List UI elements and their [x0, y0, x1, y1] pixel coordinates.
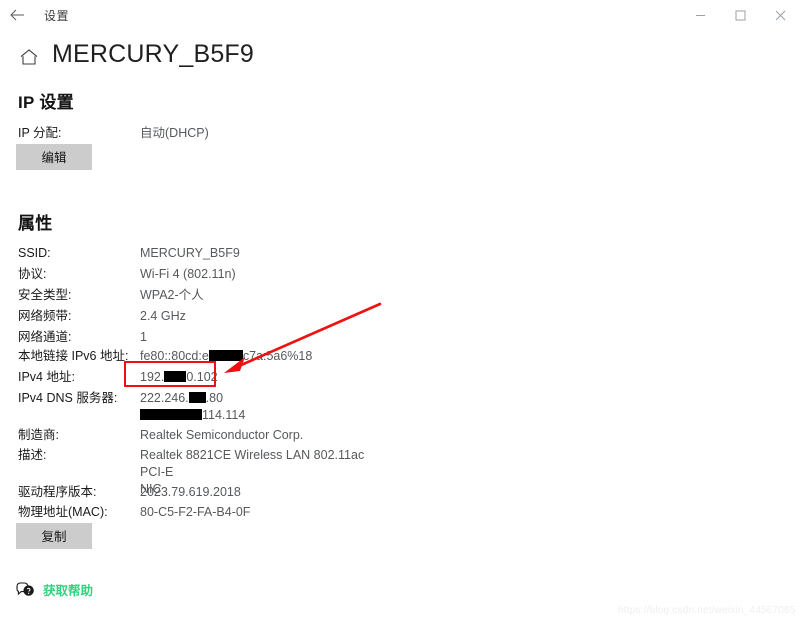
ipv4-prefix: 192. — [140, 370, 165, 384]
back-arrow-icon[interactable] — [0, 0, 34, 30]
maximize-button[interactable] — [720, 0, 760, 30]
ipv6-suffix: c7a:5a6%18 — [242, 349, 313, 363]
driver-version-value: 2023.79.619.2018 — [140, 485, 241, 499]
network-band-label: 网络频带: — [18, 309, 72, 323]
dns-suffix: .80 — [205, 391, 224, 405]
network-channel-label: 网络通道: — [18, 330, 72, 344]
driver-version-label: 驱动程序版本: — [18, 485, 97, 499]
window-title: 设置 — [44, 8, 70, 23]
ipv4-address-value: 192. 0.102 — [140, 369, 390, 386]
manufacturer-value: Realtek Semiconductor Corp. — [140, 428, 304, 442]
ipv6-prefix: fe80::80cd:e — [140, 349, 209, 363]
network-band-value: 2.4 GHz — [140, 309, 186, 323]
home-icon[interactable] — [18, 44, 40, 66]
annotation-arrow — [224, 302, 382, 373]
dns-line2-suffix: 114.114 — [202, 408, 246, 422]
security-type-value: WPA2-个人 — [140, 288, 204, 302]
dns-prefix: 222.246. — [140, 391, 189, 405]
page-title: MERCURY_B5F9 — [52, 40, 254, 68]
redaction-box-ipv4 — [164, 371, 187, 383]
network-channel-value: 1 — [140, 330, 147, 344]
manufacturer-label: 制造商: — [18, 428, 59, 442]
ipv4-suffix: 0.102 — [186, 370, 218, 384]
ipv4-dns-value: 222.246. .80 114.114 — [140, 390, 390, 424]
mac-address-label: 物理地址(MAC): — [18, 505, 108, 519]
ipv4-dns-label: IPv4 DNS 服务器: — [18, 391, 118, 405]
ip-assignment-label: IP 分配: — [18, 126, 62, 140]
mac-address-value: 80-C5-F2-FA-B4-0F — [140, 505, 251, 519]
page-header: MERCURY_B5F9 — [18, 42, 254, 67]
redaction-box-ipv6 — [208, 350, 243, 362]
ip-settings-heading: IP 设置 — [18, 93, 74, 112]
get-help-link[interactable]: 获取帮助 — [16, 580, 93, 599]
ssid-label: SSID: — [18, 246, 51, 260]
ssid-value: MERCURY_B5F9 — [140, 246, 240, 260]
redaction-box-dns2 — [140, 409, 202, 421]
ip-assignment-value: 自动(DHCP) — [140, 126, 209, 140]
redaction-box-dns1 — [188, 392, 206, 404]
ipv6-address-value: fe80::80cd:e c7a:5a6%18 — [140, 348, 390, 365]
close-button[interactable] — [760, 0, 800, 30]
get-help-label: 获取帮助 — [43, 584, 94, 598]
properties-heading: 属性 — [18, 214, 53, 233]
help-chat-icon — [16, 581, 35, 598]
title-bar: 设置 — [0, 0, 800, 30]
edit-button[interactable]: 编辑 — [16, 144, 92, 170]
description-line1: Realtek 8821CE Wireless LAN 802.11ac PCI… — [140, 448, 365, 479]
security-type-label: 安全类型: — [18, 288, 72, 302]
protocol-value: Wi-Fi 4 (802.11n) — [140, 267, 236, 281]
minimize-button[interactable] — [680, 0, 720, 30]
watermark: https://blog.csdn.net/weixin_44567065 — [618, 605, 796, 616]
ipv4-dns-value-line2: 114.114 — [140, 407, 390, 424]
ipv4-address-label: IPv4 地址: — [18, 370, 75, 384]
protocol-label: 协议: — [18, 267, 47, 281]
ipv6-address-label: 本地链接 IPv6 地址: — [18, 349, 129, 363]
description-label: 描述: — [18, 448, 47, 462]
copy-button[interactable]: 复制 — [16, 523, 92, 549]
